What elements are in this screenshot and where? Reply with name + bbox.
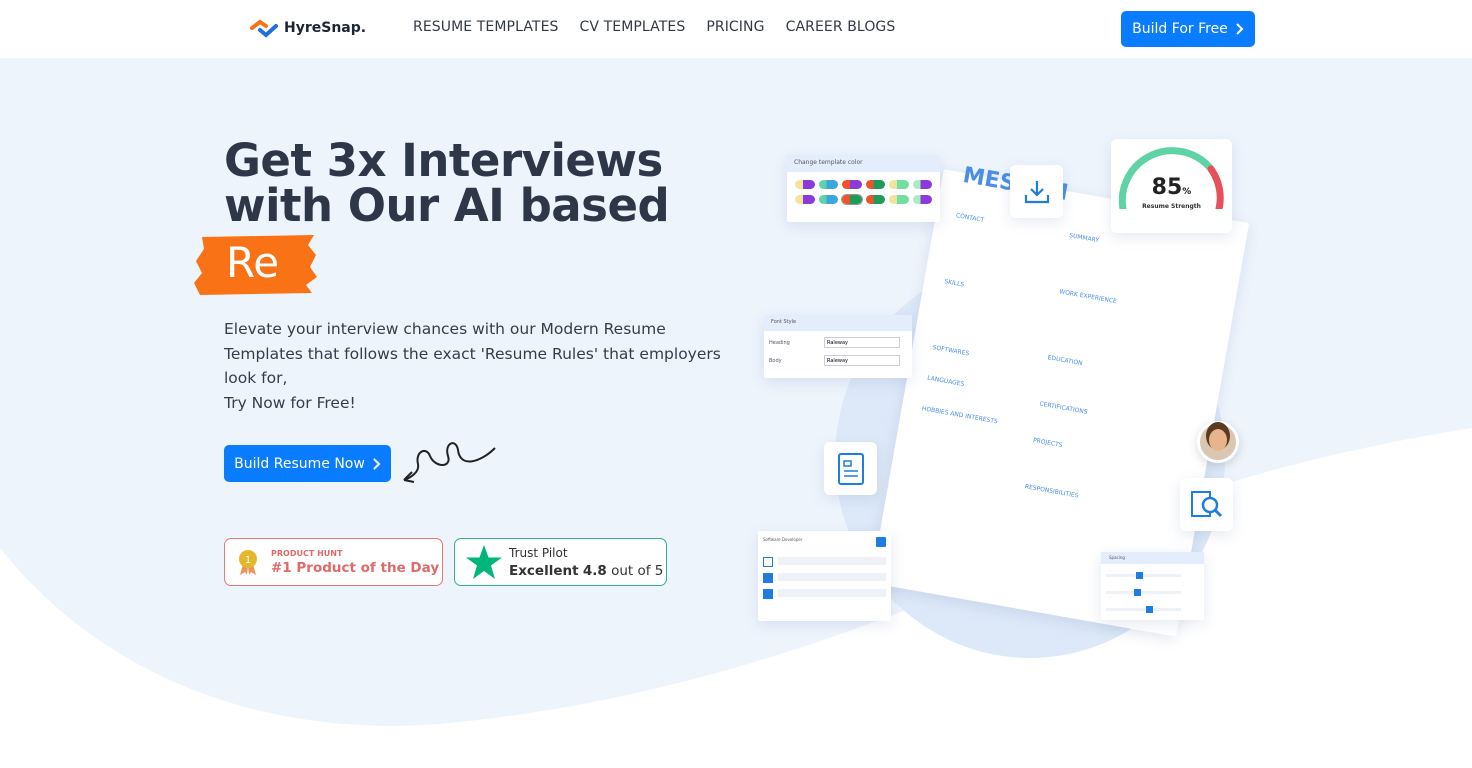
font-select[interactable]: Raleway [824, 355, 900, 366]
spacing-slider[interactable] [1106, 606, 1181, 613]
suggestion-list [758, 553, 891, 603]
background-wave [0, 258, 1472, 768]
color-swatch[interactable] [865, 195, 885, 204]
color-panel-title: Change template color [787, 155, 940, 172]
color-swatches [787, 172, 940, 212]
hero-title: Get 3x Interviews with Our AI based [224, 138, 670, 228]
color-swatch[interactable] [818, 195, 838, 204]
trust-pilot-label: Trust Pilot [509, 545, 568, 560]
font-select[interactable]: Raleway [824, 337, 900, 348]
nav-pricing[interactable]: PRICING [706, 19, 764, 35]
download-card[interactable] [1010, 165, 1063, 218]
rating-value: 4.8 [582, 562, 607, 579]
section-heading: LANGUAGES [926, 374, 965, 389]
font-style-panel: Font Style Heading Raleway Body Raleway [764, 315, 912, 378]
section-heading: EDUCATION [1047, 354, 1084, 368]
font-field-label: Body [769, 357, 782, 364]
gauge-unit: % [1182, 187, 1192, 197]
color-swatch[interactable] [912, 195, 932, 204]
rating-suffix: out of 5 [611, 562, 664, 579]
section-heading: HOBBIES AND INTERESTS [921, 405, 999, 426]
star-icon [466, 545, 502, 579]
title-line-2: with Our AI based [224, 179, 670, 232]
nav-cv-templates[interactable]: CV TEMPLATES [580, 19, 686, 35]
color-swatch-selected[interactable] [841, 194, 863, 205]
trust-pilot-badge[interactable]: Trust Pilot Excellent 4.8 out of 5 [454, 538, 667, 586]
build-for-free-button[interactable]: Build For Free [1121, 11, 1255, 47]
chevron-right-icon [373, 457, 381, 470]
main-nav: RESUME TEMPLATES CV TEMPLATES PRICING CA… [413, 19, 895, 35]
suggestion-item[interactable] [763, 573, 886, 583]
font-field-label: Heading [769, 339, 790, 346]
product-hunt-badge[interactable]: 1 PRODUCT HUNT #1 Product of the Day [224, 538, 443, 586]
gauge-value-wrap: 85% [1111, 175, 1232, 200]
avatar-face [1209, 429, 1227, 451]
font-field-heading: Heading Raleway [764, 331, 912, 348]
resume-strength-gauge: 85% Resume Strength [1111, 139, 1232, 233]
description-line: Templates that follows the exact 'Resume… [224, 344, 721, 363]
description-line: Elevate your interview chances with our … [224, 320, 666, 338]
build-for-free-label: Build For Free [1132, 21, 1228, 37]
nav-resume-templates[interactable]: RESUME TEMPLATES [413, 19, 559, 35]
color-swatch[interactable] [795, 195, 815, 204]
section-heading: WORK EXPERIENCE [1058, 288, 1118, 306]
chevron-right-icon [1236, 23, 1244, 35]
squiggle-arrow-icon [403, 442, 496, 483]
color-swatch[interactable] [865, 180, 885, 189]
resume-right-column: SUMMARY WORK EXPERIENCE EDUCATION CERTIF… [1024, 232, 1227, 518]
product-hunt-title: #1 Product of the Day [271, 559, 440, 576]
hero-description: Elevate your interview chances with our … [224, 317, 724, 415]
color-swatch[interactable] [795, 180, 815, 189]
section-heading: PROJECTS [1032, 436, 1063, 450]
gauge-value: 85 [1151, 175, 1183, 200]
spacing-panel-title: Spacing [1101, 552, 1204, 564]
download-icon [1024, 180, 1049, 203]
svg-text:1: 1 [245, 555, 251, 566]
search-panel-title: Software Developer [763, 537, 803, 542]
user-avatar [1197, 421, 1239, 463]
site-header: HyreSnap. RESUME TEMPLATES CV TEMPLATES … [0, 0, 1472, 58]
rating-prefix: Excellent [509, 562, 579, 579]
medal-icon: 1 [239, 550, 257, 575]
build-resume-now-label: Build Resume Now [234, 455, 365, 472]
spacing-slider[interactable] [1106, 589, 1181, 596]
logo-icon [250, 19, 278, 38]
document-icon [837, 452, 864, 485]
spacing-panel: Spacing [1101, 552, 1204, 620]
section-heading: SKILLS [943, 278, 965, 289]
suggestion-item[interactable] [763, 557, 886, 567]
logo[interactable]: HyreSnap. [250, 18, 366, 38]
color-swatch[interactable] [889, 195, 909, 204]
hero-section: Get 3x Interviews with Our AI based Re E… [0, 58, 1472, 768]
section-heading: SOFTWARES [932, 344, 970, 358]
nav-career-blogs[interactable]: CAREER BLOGS [786, 19, 896, 35]
spacing-slider[interactable] [1106, 572, 1181, 579]
search-button[interactable] [876, 537, 886, 547]
logo-text: HyreSnap. [284, 20, 367, 36]
color-swatch[interactable] [889, 180, 909, 189]
section-heading: RESPONSIBILITIES [1024, 483, 1079, 500]
document-search-icon [1190, 490, 1222, 517]
color-swatch[interactable] [912, 180, 932, 189]
build-resume-now-button[interactable]: Build Resume Now [224, 445, 391, 482]
section-heading: CERTIFICATIONS [1038, 400, 1089, 416]
highlight-word: Re [226, 238, 280, 287]
gauge-label: Resume Strength [1142, 203, 1201, 210]
suggestion-search-bar: Software Developer [758, 531, 891, 553]
template-color-panel: Change template color [787, 155, 940, 222]
section-heading: SUMMARY [1068, 232, 1100, 245]
resume-left-column: CONTACT SKILLS SOFTWARES LANGUAGES HOBBI… [921, 212, 1055, 429]
suggestion-item[interactable] [763, 589, 886, 599]
color-swatch[interactable] [818, 180, 838, 189]
trust-pilot-rating: Excellent 4.8 out of 5 [509, 563, 663, 579]
description-line: look for, [224, 369, 288, 387]
product-hunt-label: PRODUCT HUNT [271, 548, 343, 558]
font-panel-title: Font Style [764, 315, 912, 331]
font-field-body: Body Raleway [764, 348, 912, 366]
search-resume-card [1180, 478, 1233, 531]
search-suggestions-panel: Software Developer [758, 531, 891, 621]
description-line: Try Now for Free! [224, 393, 356, 412]
color-swatch[interactable] [842, 180, 862, 189]
document-card [824, 442, 877, 495]
